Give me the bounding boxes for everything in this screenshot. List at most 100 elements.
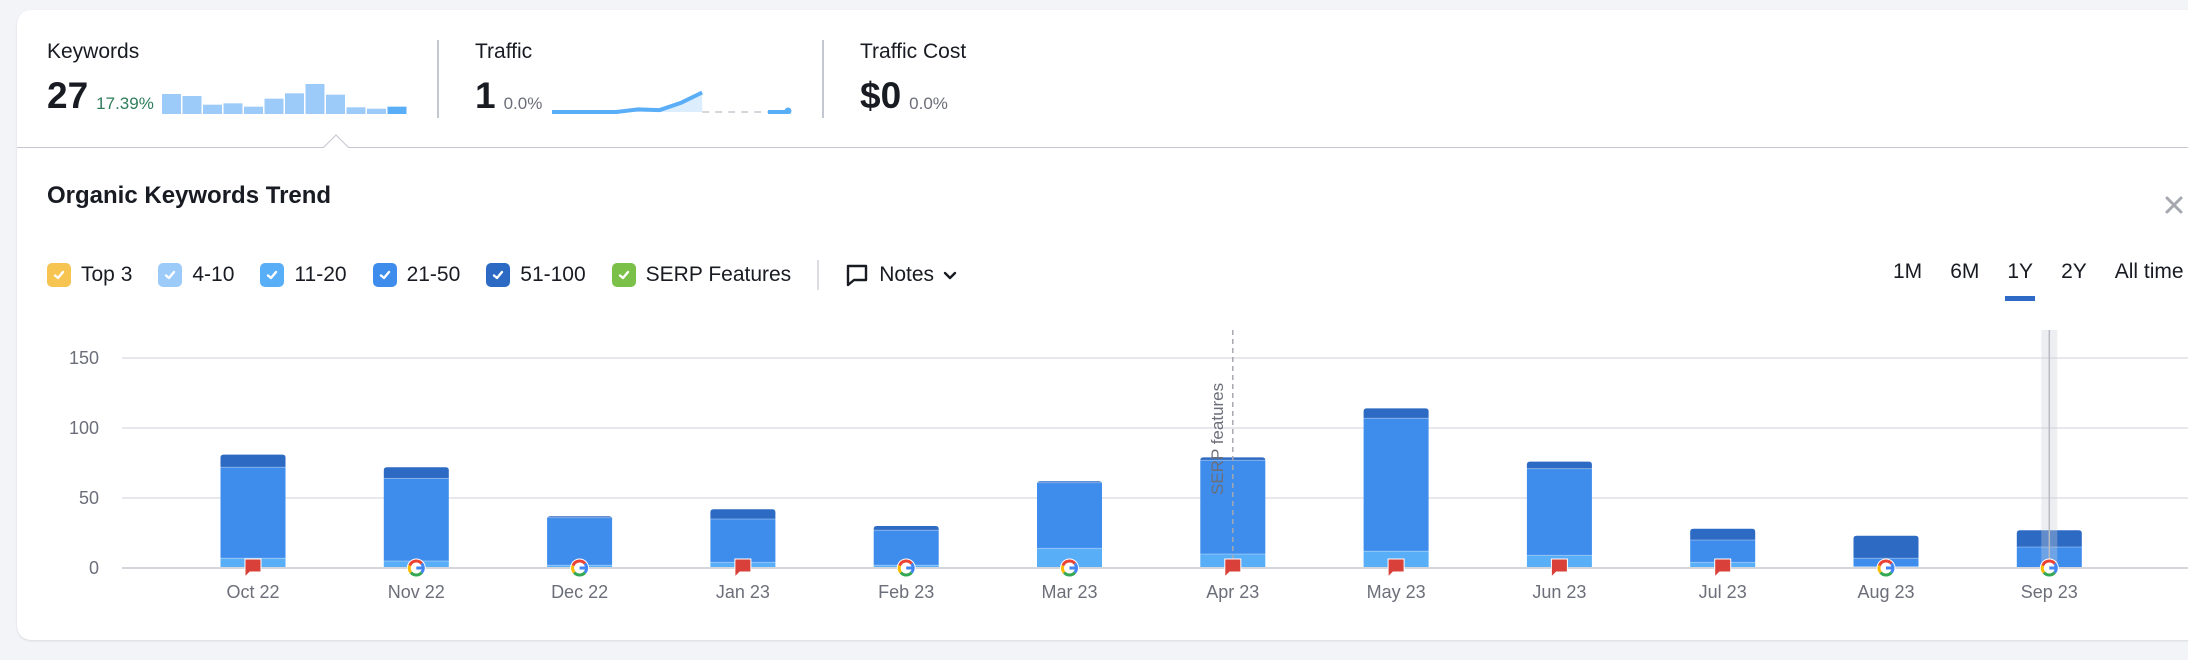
bar-segment-21-50[interactable] (710, 519, 776, 563)
legend-checkbox[interactable] (158, 263, 183, 287)
keywords-sparkline (161, 84, 407, 114)
close-icon (2165, 196, 2183, 214)
google-update-icon[interactable] (1876, 558, 1896, 578)
period-tab-1m[interactable]: 1M (1893, 260, 1922, 294)
y-tick-label: 0 (89, 558, 99, 578)
legend-label: 51-100 (520, 263, 586, 286)
divider (437, 40, 439, 118)
traffic-cost-value: $0 (860, 75, 902, 116)
note-flag-icon[interactable] (1550, 558, 1568, 579)
google-update-icon[interactable] (1060, 558, 1079, 578)
close-button[interactable] (2162, 193, 2186, 217)
summary-strip: Keywords 27 17.39% Traffic 1 0.0% Traffi… (17, 10, 2188, 148)
note-flag-icon[interactable] (1387, 558, 1405, 579)
note-flag-icon[interactable] (734, 558, 752, 579)
google-update-icon[interactable] (2039, 558, 2059, 578)
sparkline-bar (305, 84, 325, 114)
x-tick-label: Mar 23 (1041, 582, 1097, 602)
bar-segment-51-100[interactable] (220, 454, 286, 468)
x-tick-label: Sep 23 (2021, 582, 2078, 602)
legend-item-11-20[interactable]: 11-20 (260, 263, 347, 287)
note-flag-icon[interactable] (1224, 558, 1242, 579)
check-icon (53, 270, 65, 280)
legend-checkbox[interactable] (372, 263, 397, 287)
sparkline-bar (366, 108, 386, 114)
chevron-down-icon (943, 271, 957, 280)
sparkline-bar (243, 106, 263, 114)
note-icon (846, 264, 868, 287)
bar-segment-21-50[interactable] (383, 478, 449, 561)
bar-segment-21-50[interactable] (1526, 468, 1592, 556)
legend-item-4-10[interactable]: 4-10 (158, 263, 234, 287)
legend-item-51-100[interactable]: 51-100 (486, 263, 586, 287)
x-tick-label: May 23 (1367, 582, 1426, 602)
bar-segment-51-100[interactable] (1853, 535, 1919, 559)
legend-checkbox[interactable] (260, 263, 285, 287)
y-tick-label: 150 (69, 348, 99, 368)
bar-stack[interactable] (1363, 408, 1429, 568)
legend-item-top-3[interactable]: Top 3 (47, 263, 132, 287)
legend-checkbox[interactable] (486, 263, 511, 287)
traffic-label: Traffic (475, 40, 533, 63)
period-tab-6m[interactable]: 6M (1950, 260, 1979, 294)
bar-segment-51-100[interactable] (710, 509, 776, 519)
bar-segment-51-100[interactable] (873, 526, 939, 531)
legend-checkbox[interactable] (47, 263, 71, 287)
x-tick-label: Jun 23 (1532, 582, 1586, 602)
period-tab-2y[interactable]: 2Y (2061, 260, 2087, 294)
note-flag-icon[interactable] (1714, 558, 1732, 579)
bar-segment-21-50[interactable] (1037, 482, 1102, 549)
bar-stack[interactable] (383, 467, 449, 568)
x-tick-label: Aug 23 (1857, 582, 1914, 602)
notes-label: Notes (879, 263, 935, 286)
sparkline-point (784, 107, 792, 114)
legend-item-serp-features[interactable]: SERP Features (611, 263, 792, 287)
bar-segment-21-50[interactable] (1363, 418, 1429, 552)
sparkline-bar (325, 94, 345, 114)
period-tabs: 1M 6M 1Y 2Y All time (1893, 260, 2188, 301)
sparkline-bar (182, 96, 202, 114)
check-icon (618, 270, 629, 280)
legend-label: 21-50 (406, 263, 461, 286)
x-tick-label: Nov 22 (388, 582, 445, 602)
traffic-value: 1 (475, 75, 496, 116)
sparkline-bar (202, 104, 222, 114)
bar-segment-51-100[interactable] (383, 467, 449, 479)
google-update-icon[interactable] (896, 558, 916, 578)
legend-item-21-50[interactable]: 21-50 (372, 263, 461, 287)
bar-stack[interactable] (220, 454, 286, 568)
sparkline-bar (223, 103, 243, 114)
google-update-icon[interactable] (406, 558, 426, 578)
legend-checkbox[interactable] (611, 263, 636, 287)
legend-label: Top 3 (81, 263, 133, 286)
bar-stack[interactable] (1526, 461, 1592, 568)
bar-segment-51-100[interactable] (1690, 528, 1756, 540)
period-tab-1y[interactable]: 1Y (2005, 260, 2035, 301)
bar-segment-21-50[interactable] (547, 517, 613, 566)
bar-segment-21-50[interactable] (220, 467, 286, 559)
keywords-change: 17.39% (96, 94, 154, 113)
bar-segment-51-100[interactable] (1526, 461, 1592, 469)
legend: Top 3 4-10 11-20 21-50 51-100 SERP Features N… (47, 260, 958, 290)
sparkline-bar (346, 107, 366, 114)
google-update-icon[interactable] (570, 558, 590, 578)
traffic-cost-metric[interactable]: Traffic Cost $0 0.0% (860, 40, 966, 114)
divider (822, 40, 824, 118)
legend-label: SERP Features (645, 263, 792, 286)
x-tick-label: Oct 22 (226, 582, 279, 602)
traffic-metric[interactable]: Traffic 1 0.0% (475, 40, 792, 114)
bar-stack[interactable] (1037, 481, 1102, 568)
x-tick-label: Apr 23 (1206, 582, 1259, 602)
x-tick-label: Feb 23 (878, 582, 934, 602)
keywords-metric[interactable]: Keywords 27 17.39% (47, 40, 407, 114)
period-tab-all-time[interactable]: All time (2115, 260, 2184, 294)
check-icon (493, 270, 504, 280)
note-flag-icon[interactable] (244, 558, 262, 579)
notes-dropdown[interactable]: Notes (845, 263, 958, 287)
traffic-cost-change: 0.0% (909, 94, 948, 113)
bar-segment-51-100[interactable] (1363, 408, 1429, 419)
x-tick-label: Jan 23 (716, 582, 770, 602)
sparkline-bar (161, 94, 181, 114)
check-icon (379, 270, 390, 280)
keywords-value: 27 (47, 75, 89, 116)
